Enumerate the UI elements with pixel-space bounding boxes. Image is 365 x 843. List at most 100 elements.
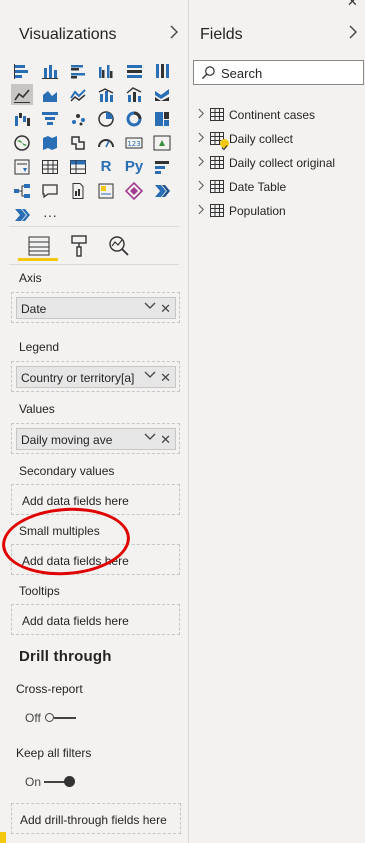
keep-all-filters-label: Keep all filters: [16, 746, 92, 760]
axis-well[interactable]: Date ✕: [11, 292, 180, 323]
100-stacked-column-icon[interactable]: [151, 60, 173, 81]
values-field-pill[interactable]: Daily moving ave ✕: [16, 428, 176, 450]
axis-field-name: Date: [21, 302, 47, 316]
search-icon: [201, 65, 216, 85]
funnel-icon[interactable]: [39, 108, 61, 129]
chevron-right-icon[interactable]: [198, 108, 205, 122]
area-chart-icon[interactable]: [39, 84, 61, 105]
tooltips-well[interactable]: Add data fields here: [11, 604, 180, 635]
treemap-icon[interactable]: [151, 108, 173, 129]
shape-map-icon[interactable]: [67, 132, 89, 153]
drill-through-placeholder: Add drill-through fields here: [20, 813, 167, 827]
line-stacked-column-icon[interactable]: [123, 84, 145, 105]
kpi-icon[interactable]: [151, 132, 173, 153]
legend-label: Legend: [19, 340, 60, 354]
toggle-knob: [45, 713, 54, 722]
tooltips-label: Tooltips: [19, 584, 60, 598]
values-label: Values: [19, 402, 55, 416]
filled-map-icon[interactable]: [39, 132, 61, 153]
toggle-knob: [64, 776, 75, 787]
toggle-track: [54, 717, 76, 719]
field-table-row[interactable]: Population: [198, 202, 358, 220]
fields-title: Fields: [200, 26, 243, 43]
matrix-icon[interactable]: [67, 156, 89, 177]
secondary-values-well[interactable]: Add data fields here: [11, 484, 180, 515]
stacked-bar-icon[interactable]: [11, 60, 33, 81]
paginated-report-icon[interactable]: [67, 180, 89, 201]
python-visual-icon[interactable]: Py: [123, 156, 145, 177]
close-icon[interactable]: ✕: [347, 0, 359, 9]
chevron-right-icon[interactable]: [198, 132, 205, 146]
legend-field-name: Country or territory[a]: [21, 371, 135, 385]
field-table-row[interactable]: Date Table: [198, 178, 358, 196]
donut-icon[interactable]: [123, 108, 145, 129]
card-icon[interactable]: 123: [123, 132, 145, 153]
legend-field-pill[interactable]: Country or territory[a] ✕: [16, 366, 176, 388]
table-icon[interactable]: [39, 156, 61, 177]
decomposition-tree-icon[interactable]: [11, 180, 33, 201]
100-stacked-bar-icon[interactable]: [123, 60, 145, 81]
chevron-down-icon[interactable]: [144, 432, 156, 444]
field-table-label: Date Table: [229, 180, 287, 194]
fields-pane: [189, 0, 365, 843]
chevron-right-icon[interactable]: [198, 156, 205, 170]
divider: [9, 226, 179, 227]
keep-all-filters-state: On: [25, 775, 42, 789]
power-automate-icon[interactable]: [151, 180, 173, 201]
field-used-check-icon: [220, 139, 229, 151]
secondary-values-placeholder: Add data fields here: [22, 494, 129, 508]
qa-icon[interactable]: [39, 180, 61, 201]
power-apps-icon[interactable]: [123, 180, 145, 201]
secondary-values-label: Secondary values: [19, 464, 115, 478]
field-table-row[interactable]: Daily collect original: [198, 154, 358, 172]
values-well[interactable]: Daily moving ave ✕: [11, 423, 180, 454]
small-multiples-well[interactable]: Add data fields here: [11, 544, 180, 575]
remove-field-icon[interactable]: ✕: [160, 432, 171, 448]
field-table-row[interactable]: Daily collect: [198, 130, 358, 151]
collapse-fields-icon[interactable]: [346, 24, 360, 40]
r-visual-icon[interactable]: R: [95, 156, 117, 177]
stacked-column-icon[interactable]: [39, 60, 61, 81]
field-table-label: Population: [229, 204, 286, 218]
analytics-tab-icon[interactable]: [107, 234, 131, 258]
cross-report-toggle[interactable]: Off: [22, 708, 78, 726]
stacked-area-icon[interactable]: [67, 84, 89, 105]
collapse-visualizations-icon[interactable]: [167, 24, 181, 40]
accent-mark: [0, 832, 6, 843]
gauge-icon[interactable]: [95, 132, 117, 153]
arcgis-icon[interactable]: [11, 204, 33, 225]
format-tab-icon[interactable]: [67, 234, 91, 258]
clustered-bar-icon[interactable]: [67, 60, 89, 81]
line-chart-icon[interactable]: [11, 84, 33, 105]
more-visuals-icon[interactable]: ···: [39, 204, 61, 225]
smart-narrative-icon[interactable]: [95, 180, 117, 201]
fields-search[interactable]: Search: [193, 60, 364, 85]
chevron-down-icon[interactable]: [144, 370, 156, 382]
field-table-row[interactable]: Continent cases: [198, 106, 358, 124]
keep-all-filters-toggle[interactable]: On: [22, 772, 78, 790]
field-table-label: Daily collect original: [229, 156, 336, 170]
small-multiples-placeholder: Add data fields here: [22, 554, 129, 568]
clustered-column-icon[interactable]: [95, 60, 117, 81]
scatter-icon[interactable]: [67, 108, 89, 129]
chevron-right-icon[interactable]: [198, 180, 205, 194]
visualizations-pane: Visualizations 123 R Py ··· Axis Date ✕ …: [0, 0, 189, 843]
map-icon[interactable]: [11, 132, 33, 153]
fields-tab-icon[interactable]: [27, 234, 51, 258]
search-input[interactable]: Search: [221, 66, 262, 81]
chevron-down-icon[interactable]: [144, 301, 156, 313]
drill-through-well[interactable]: Add drill-through fields here: [11, 803, 181, 834]
remove-field-icon[interactable]: ✕: [160, 370, 171, 386]
slicer-icon[interactable]: [11, 156, 33, 177]
cross-report-state: Off: [25, 711, 41, 725]
remove-field-icon[interactable]: ✕: [160, 301, 171, 317]
ribbon-chart-icon[interactable]: [151, 84, 173, 105]
line-clustered-column-icon[interactable]: [95, 84, 117, 105]
waterfall-icon[interactable]: [11, 108, 33, 129]
key-influencers-icon[interactable]: [151, 156, 173, 177]
axis-field-pill[interactable]: Date ✕: [16, 297, 176, 319]
table-icon: [210, 180, 224, 193]
pie-icon[interactable]: [95, 108, 117, 129]
legend-well[interactable]: Country or territory[a] ✕: [11, 361, 180, 392]
chevron-right-icon[interactable]: [198, 204, 205, 218]
